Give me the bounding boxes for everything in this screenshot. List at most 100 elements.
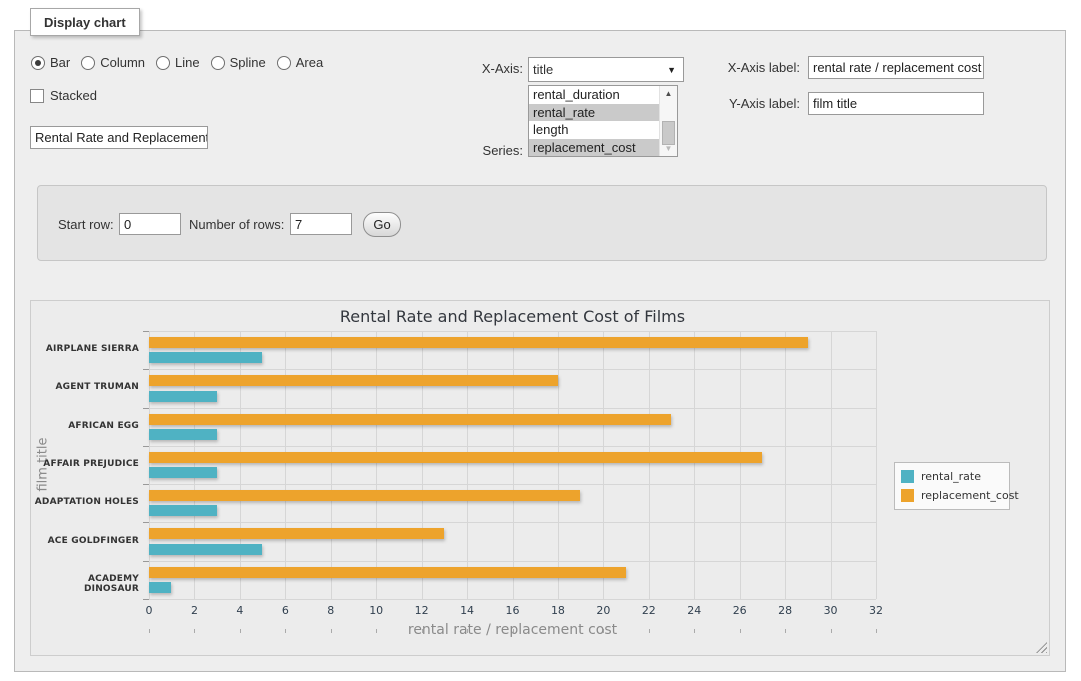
bar-rental_rate[interactable] <box>149 544 262 555</box>
resize-handle-icon[interactable] <box>1036 642 1047 653</box>
radio-icon[interactable] <box>31 56 45 70</box>
bar-rental_rate[interactable] <box>149 505 217 516</box>
y-axis-tick <box>143 484 149 485</box>
chart-title: Rental Rate and Replacement Cost of Film… <box>149 307 876 326</box>
x-tick-label: 12 <box>404 604 440 617</box>
gridline-v <box>831 331 832 599</box>
go-button[interactable]: Go <box>363 212 401 237</box>
y-axis-tick <box>143 331 149 332</box>
stacked-option[interactable]: Stacked <box>30 88 97 103</box>
gridline-v <box>740 331 741 599</box>
x-tick-label: 6 <box>267 604 303 617</box>
bar-rental_rate[interactable] <box>149 391 217 402</box>
fieldset-legend: Display chart <box>30 8 140 36</box>
scroll-down-icon[interactable]: ▼ <box>660 141 677 156</box>
plot-area <box>149 331 876 599</box>
x-axis-label-label: X-Axis label: <box>690 60 800 75</box>
category-label: ACADEMY DINOSAUR <box>31 574 139 594</box>
bar-rental_rate[interactable] <box>149 429 217 440</box>
series-scrollbar[interactable]: ▲ ▼ <box>659 86 677 156</box>
bar-replacement_cost[interactable] <box>149 375 558 386</box>
category-label: ADAPTATION HOLES <box>31 497 139 507</box>
x-axis-selected-value: title <box>533 62 553 77</box>
gridline-v <box>240 331 241 599</box>
radio-label: Line <box>175 55 200 70</box>
bar-replacement_cost[interactable] <box>149 528 444 539</box>
gridline-v <box>285 331 286 599</box>
category-label: AFRICAN EGG <box>31 421 139 431</box>
category-label: AFFAIR PREJUDICE <box>31 459 139 469</box>
y-axis-tick <box>143 599 149 600</box>
gridline-v <box>785 331 786 599</box>
scroll-up-icon[interactable]: ▲ <box>660 86 677 101</box>
y-axis-tick <box>143 561 149 562</box>
x-tick-label: 26 <box>722 604 758 617</box>
x-axis-select[interactable]: title ▼ <box>528 57 684 82</box>
radio-icon[interactable] <box>277 56 291 70</box>
chart-type-option-bar[interactable]: Bar <box>31 55 70 70</box>
gridline-h <box>149 446 876 447</box>
num-rows-input[interactable]: 7 <box>290 213 352 235</box>
legend-item-replacement_cost[interactable]: replacement_cost <box>901 486 1003 505</box>
x-tick-label: 14 <box>449 604 485 617</box>
x-axis-select-label: X-Axis: <box>430 61 523 76</box>
radio-label: Spline <box>230 55 266 70</box>
x-tick-label: 16 <box>495 604 531 617</box>
x-tick-label: 24 <box>676 604 712 617</box>
gridline-h <box>149 561 876 562</box>
radio-icon[interactable] <box>156 56 170 70</box>
chart-type-option-line[interactable]: Line <box>156 55 200 70</box>
series-option-rental_duration[interactable]: rental_duration <box>529 86 660 104</box>
chart-type-option-area[interactable]: Area <box>277 55 323 70</box>
page: Display chart Bar Column Line Spline Area St… <box>0 0 1081 681</box>
gridline-v <box>558 331 559 599</box>
bar-rental_rate[interactable] <box>149 467 217 478</box>
x-axis-label-input[interactable]: rental rate / replacement cost <box>808 56 984 79</box>
radio-label: Bar <box>50 55 70 70</box>
chart-type-radiogroup: Bar Column Line Spline Area <box>31 55 334 70</box>
stacked-label: Stacked <box>50 88 97 103</box>
x-tick-label: 10 <box>358 604 394 617</box>
gridline-h <box>149 408 876 409</box>
series-option-rental_rate[interactable]: rental_rate <box>529 104 660 122</box>
start-row-input[interactable]: 0 <box>119 213 181 235</box>
gridline-v <box>331 331 332 599</box>
category-label: AIRPLANE SIERRA <box>31 344 139 354</box>
radio-label: Column <box>100 55 145 70</box>
bar-replacement_cost[interactable] <box>149 452 762 463</box>
chart-type-option-spline[interactable]: Spline <box>211 55 266 70</box>
bar-replacement_cost[interactable] <box>149 414 671 425</box>
gridline-v <box>376 331 377 599</box>
y-axis-tick <box>143 408 149 409</box>
legend-label: rental_rate <box>921 470 981 483</box>
radio-label: Area <box>296 55 323 70</box>
bar-rental_rate[interactable] <box>149 582 171 593</box>
gridline-h <box>149 484 876 485</box>
bar-replacement_cost[interactable] <box>149 337 808 348</box>
category-label: AGENT TRUMAN <box>31 382 139 392</box>
legend-swatch <box>901 470 914 483</box>
x-tick-label: 32 <box>858 604 894 617</box>
bar-replacement_cost[interactable] <box>149 567 626 578</box>
gridline-v <box>422 331 423 599</box>
x-tick-label: 28 <box>767 604 803 617</box>
series-options: rental_durationrental_ratelengthreplacem… <box>529 86 660 156</box>
radio-icon[interactable] <box>81 56 95 70</box>
series-multiselect[interactable]: rental_durationrental_ratelengthreplacem… <box>528 85 678 157</box>
gridline-h <box>149 369 876 370</box>
gridline-h <box>149 522 876 523</box>
chart-title-input[interactable]: Rental Rate and Replacement Cost of Film… <box>30 126 208 149</box>
series-option-replacement_cost[interactable]: replacement_cost <box>529 139 660 157</box>
y-axis-label-input[interactable]: film title <box>808 92 984 115</box>
x-tick-label: 2 <box>176 604 212 617</box>
gridline-v <box>603 331 604 599</box>
series-option-length[interactable]: length <box>529 121 660 139</box>
radio-icon[interactable] <box>211 56 225 70</box>
x-tick-label: 22 <box>631 604 667 617</box>
legend-item-rental_rate[interactable]: rental_rate <box>901 467 1003 486</box>
chart-legend: rental_rate replacement_cost <box>894 462 1010 510</box>
bar-replacement_cost[interactable] <box>149 490 580 501</box>
chart-type-option-column[interactable]: Column <box>81 55 145 70</box>
stacked-checkbox[interactable] <box>30 89 44 103</box>
bar-rental_rate[interactable] <box>149 352 262 363</box>
